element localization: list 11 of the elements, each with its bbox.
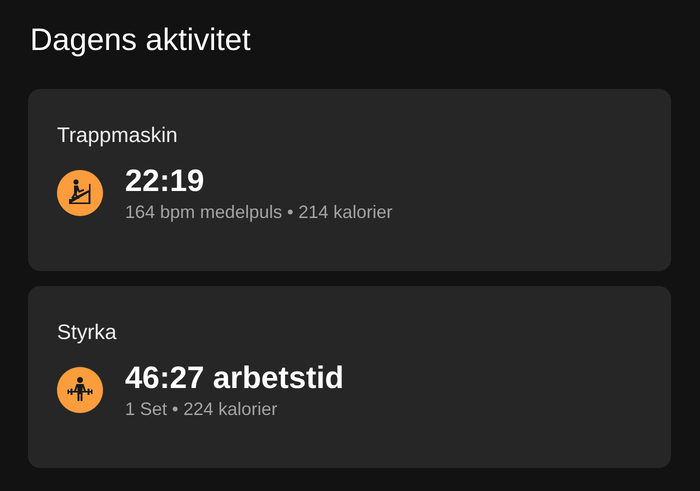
- stair-climber-icon: [57, 170, 103, 216]
- activity-name: Trappmaskin: [57, 123, 178, 149]
- activity-duration: 46:27 arbetstid: [125, 359, 344, 397]
- activity-duration: 22:19: [125, 162, 204, 200]
- activity-name: Styrka: [57, 320, 117, 346]
- weightlifter-icon: [57, 367, 103, 413]
- page-title: Dagens aktivitet: [30, 21, 251, 59]
- activity-card[interactable]: Trappmaskin 22:19 164 bpm medelpuls • 214 kalorier: [28, 89, 671, 271]
- activity-card[interactable]: Styrka 46:27 arbetstid 1 Set • 224 kalorier: [28, 286, 671, 468]
- activity-details: 164 bpm medelpuls • 214 kalorier: [125, 201, 392, 224]
- activity-details: 1 Set • 224 kalorier: [125, 398, 278, 421]
